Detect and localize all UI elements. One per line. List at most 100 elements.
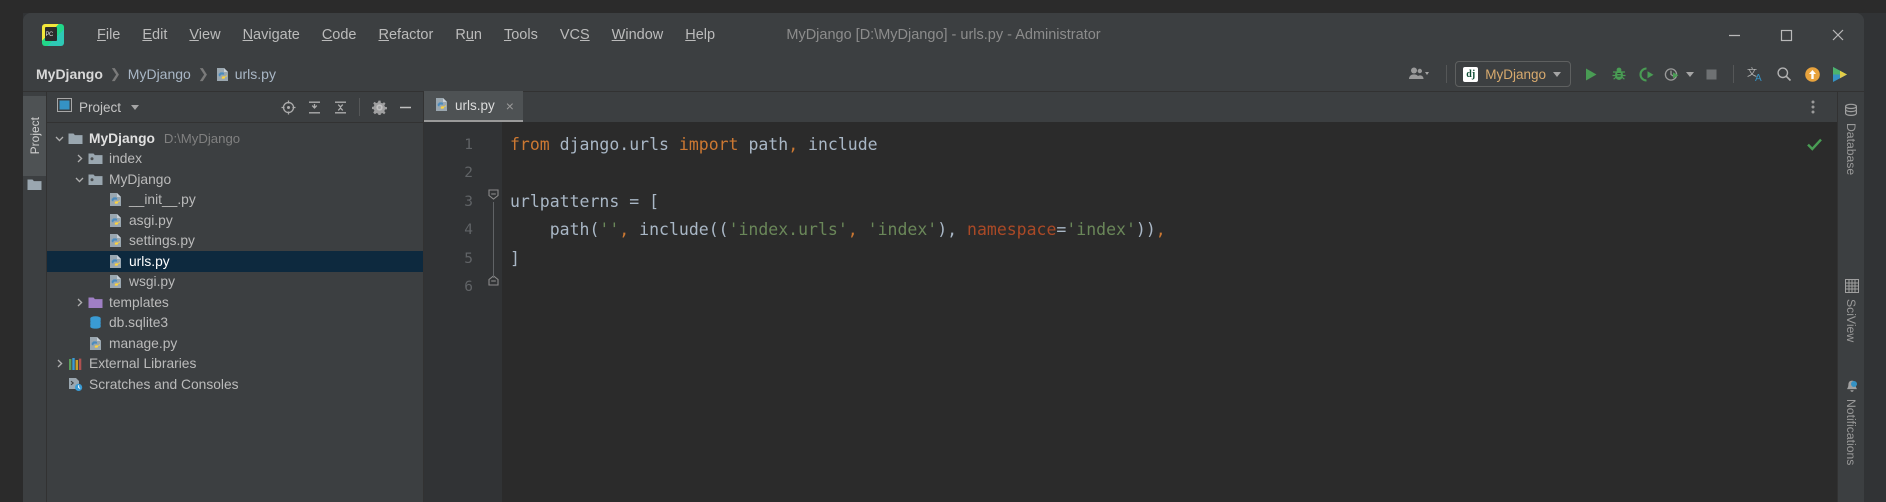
editor-tab-bar: urls.py × [424, 91, 1837, 122]
gear-icon[interactable] [367, 95, 391, 119]
django-icon: dj [1463, 66, 1479, 82]
code-content[interactable]: from django.urls import path, include ur… [502, 122, 1837, 502]
module-folder-icon [87, 173, 104, 186]
menu-view[interactable]: View [178, 23, 231, 47]
run-coverage-button[interactable] [1633, 61, 1661, 87]
account-icon[interactable] [1402, 61, 1438, 87]
menu-vcs[interactable]: VCS [549, 23, 601, 47]
tree-item-index[interactable]: index [47, 149, 423, 170]
pycharm-logo-icon: PC [42, 24, 64, 46]
tree-item-label: Scratches and Consoles [89, 376, 239, 392]
tree-item-urls-py[interactable]: urls.py [47, 251, 423, 272]
code-token: '' [599, 220, 620, 240]
code-line[interactable] [510, 159, 1837, 187]
scratches-icon [67, 377, 84, 392]
code-line[interactable]: urlpatterns = [ [510, 188, 1837, 216]
menu-file[interactable]: File [86, 23, 131, 47]
debug-button[interactable] [1605, 61, 1633, 87]
tree-item-init-py[interactable]: __init__.py [47, 190, 423, 211]
fold-expanded-icon[interactable] [487, 188, 500, 201]
tree-item-wsgi-py[interactable]: wsgi.py [47, 272, 423, 293]
code-line[interactable]: ] [510, 245, 1837, 273]
update-project-button[interactable] [1798, 61, 1826, 87]
line-number: 3 [464, 193, 473, 210]
collapse-all-button[interactable] [328, 95, 352, 119]
project-scope-chevron-down-icon[interactable] [131, 104, 140, 110]
sidebar-item-sciview[interactable]: SciView [1838, 274, 1864, 342]
line-number: 4 [464, 222, 473, 239]
close-button[interactable] [1812, 13, 1864, 57]
menu-run[interactable]: Run [444, 23, 493, 47]
maximize-button[interactable] [1760, 13, 1812, 57]
editor-tab-label: urls.py [455, 98, 495, 113]
profile-dropdown-icon[interactable] [1683, 61, 1697, 87]
code-token: , [1155, 220, 1166, 240]
chevron-down-icon[interactable] [71, 174, 87, 185]
code-token: ] [510, 248, 520, 268]
menu-code[interactable]: Code [311, 23, 368, 47]
ide-features-button[interactable] [1826, 61, 1854, 87]
chevron-right-icon[interactable] [71, 297, 87, 308]
tree-item-mydjango[interactable]: MyDjango [47, 169, 423, 190]
editor-tab-urls-py[interactable]: urls.py × [424, 91, 523, 122]
menu-tools[interactable]: Tools [493, 23, 549, 47]
right-tool-stripe: Database SciView Notifications [1837, 92, 1864, 502]
tree-item-label: db.sqlite3 [109, 315, 169, 331]
sidebar-item-database[interactable]: Database [1838, 98, 1864, 175]
stop-button[interactable] [1697, 61, 1725, 87]
tree-item-db-sqlite3[interactable]: db.sqlite3 [47, 313, 423, 334]
svg-text:A: A [1755, 73, 1762, 83]
menu-bar: File Edit View Navigate Code Refactor Ru… [86, 23, 726, 47]
close-icon[interactable]: × [506, 98, 514, 114]
menu-help[interactable]: Help [674, 23, 726, 47]
breadcrumb-item-project[interactable]: MyDjango [36, 66, 103, 82]
tree-item-label: manage.py [109, 335, 178, 351]
menu-refactor[interactable]: Refactor [368, 23, 445, 47]
code-line[interactable]: from django.urls import path, include [510, 131, 1837, 159]
tree-item-external-libraries[interactable]: External Libraries [47, 354, 423, 375]
minimize-button[interactable] [1708, 13, 1760, 57]
tree-item-path: D:\MyDjango [163, 130, 241, 146]
chevron-right-icon[interactable] [51, 358, 67, 369]
menu-navigate[interactable]: Navigate [232, 23, 311, 47]
code-line[interactable]: path('', include(('index.urls', 'index')… [510, 216, 1837, 244]
breadcrumb-item-file[interactable]: urls.py [235, 66, 276, 82]
tree-item-manage-py[interactable]: manage.py [47, 333, 423, 354]
code-line[interactable] [510, 273, 1837, 301]
tree-item-mydjango[interactable]: MyDjango D:\MyDjango [47, 128, 423, 149]
select-opened-file-button[interactable] [276, 95, 300, 119]
tree-item-asgi-py[interactable]: asgi.py [47, 210, 423, 231]
code-folding-gutter[interactable] [486, 122, 502, 502]
sidebar-item-notifications[interactable]: Notifications [1838, 374, 1864, 465]
sciview-tab-label: SciView [1844, 299, 1858, 343]
more-options-icon[interactable] [1799, 94, 1827, 120]
inspection-status-icon[interactable] [1806, 136, 1823, 158]
expand-all-button[interactable] [302, 95, 326, 119]
chevron-down-icon[interactable] [51, 133, 67, 144]
tree-item-label: urls.py [129, 253, 170, 269]
project-tree[interactable]: MyDjango D:\MyDjango index MyDjango __init__… [47, 123, 423, 502]
breadcrumb-item-package[interactable]: MyDjango [128, 66, 191, 82]
tree-item-templates[interactable]: templates [47, 292, 423, 313]
search-icon[interactable] [1770, 61, 1798, 87]
run-configuration-selector[interactable]: dj MyDjango [1455, 61, 1571, 87]
hide-panel-button[interactable] [393, 95, 417, 119]
translate-button[interactable]: 文 A [1742, 61, 1770, 87]
code-editor[interactable]: 123456 from django.urls import path, inc… [424, 122, 1837, 502]
database-icon [1843, 103, 1859, 119]
tree-item-label: External Libraries [89, 356, 197, 372]
menu-window[interactable]: Window [601, 23, 675, 47]
python-file-icon [107, 233, 124, 248]
tree-item-label: __init__.py [129, 192, 196, 208]
sidebar-item-project[interactable]: Project [23, 96, 46, 176]
project-panel-title: Project [79, 99, 122, 115]
tree-item-scratches-and-consoles[interactable]: Scratches and Consoles [47, 374, 423, 395]
tree-item-settings-py[interactable]: settings.py [47, 231, 423, 252]
menu-edit[interactable]: Edit [131, 23, 178, 47]
tree-item-label: index [109, 151, 142, 167]
run-button[interactable] [1577, 61, 1605, 87]
code-token: , [619, 220, 630, 240]
chevron-right-icon[interactable] [71, 153, 87, 164]
profile-button[interactable] [1661, 61, 1683, 87]
folder-icon[interactable] [27, 178, 42, 196]
